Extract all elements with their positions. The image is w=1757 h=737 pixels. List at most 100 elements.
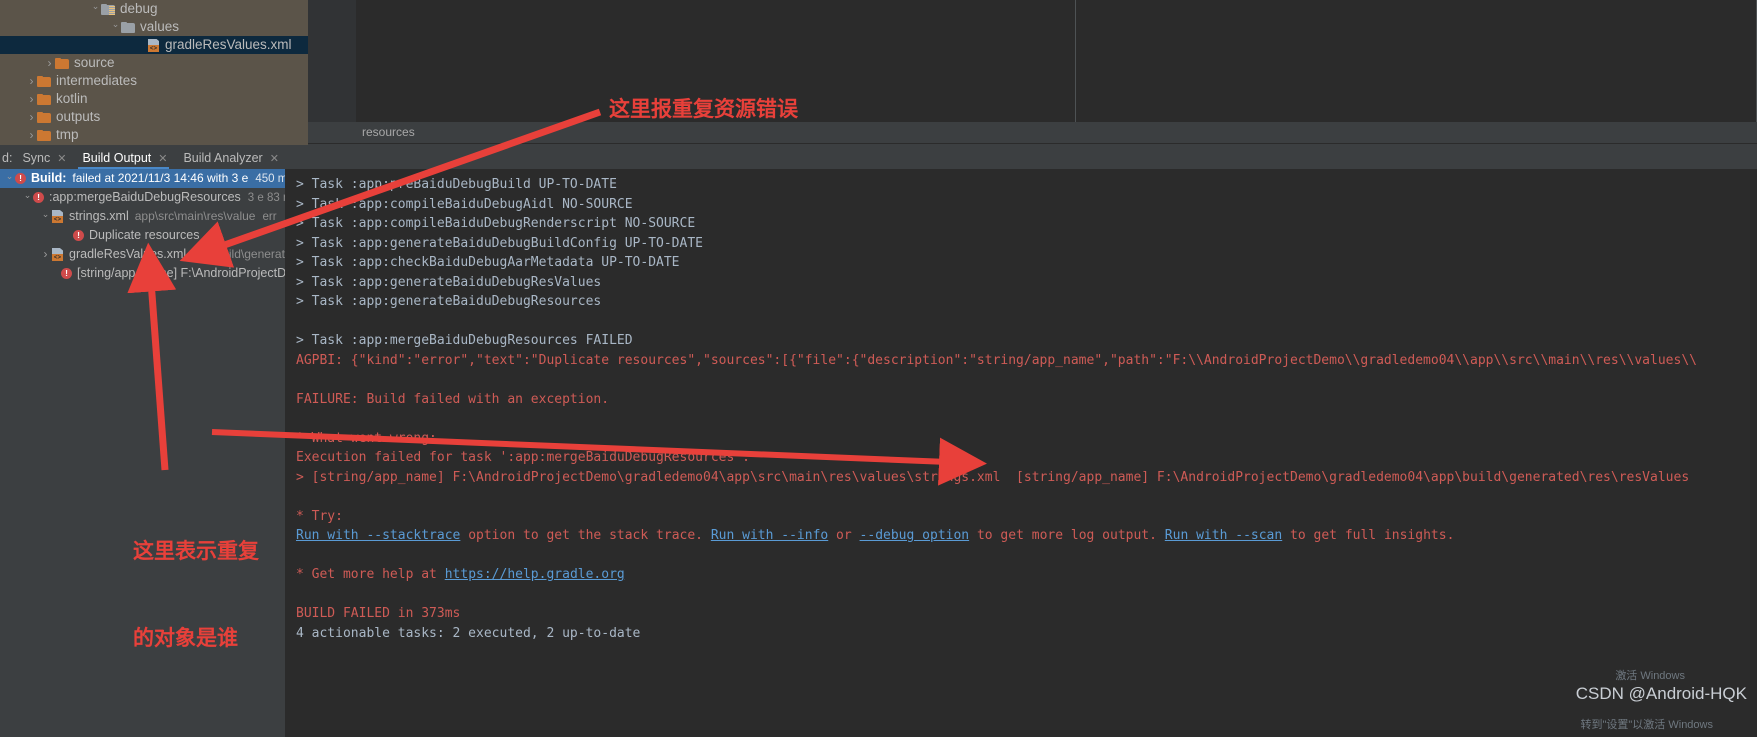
console-line: Execution failed for task ':app:mergeBai…	[296, 450, 750, 465]
console-line: * Try:	[296, 508, 343, 524]
project-tree-row[interactable]: outputs	[0, 108, 308, 126]
console-line: Run with --stacktrace option to get the …	[296, 526, 1757, 546]
link-run-with-scan[interactable]: Run with --scan	[1165, 528, 1282, 543]
build-tree-label: Duplicate resources	[89, 228, 200, 242]
project-tree-label: source	[74, 55, 115, 70]
chevron-down-icon[interactable]	[40, 208, 51, 226]
build-output-panel: Build: failed at 2021/11/3 14:46 with 3 e…	[0, 169, 1757, 737]
project-tree-label: kotlin	[56, 91, 88, 106]
console-line: 4 actionable tasks: 2 executed, 2 up-to-…	[296, 625, 641, 641]
build-tree-duration: err	[262, 210, 277, 223]
editor-tab-resources[interactable]: resources	[362, 125, 415, 139]
tool-tab-prefix: d:	[2, 151, 13, 165]
tab-label: Sync	[22, 151, 51, 165]
build-tree-sublabel: failed at 2021/11/3 14:46 with 3 e	[72, 171, 249, 185]
build-tree-sublabel: app\src\main\res\value	[134, 209, 256, 223]
build-tree-label: strings.xml	[69, 209, 129, 223]
annotation-left-line2: 的对象是谁	[133, 626, 238, 650]
close-icon[interactable]: ✕	[270, 152, 279, 165]
watermark-csdn: CSDN @Android-HQK	[1575, 684, 1747, 703]
project-tree-row[interactable]: gradleResValues.xml	[0, 36, 308, 54]
editor-stub	[308, 0, 1757, 122]
project-tree-label: values	[140, 19, 180, 34]
project-tree-row[interactable]: kotlin	[0, 90, 308, 108]
link-run-with-stacktrace[interactable]: Run with --stacktrace	[296, 528, 460, 543]
console-line: * Get more help at https://help.gradle.o…	[296, 565, 1757, 585]
project-tree-row[interactable]: values	[0, 18, 308, 36]
console-line: > Task :app:compileBaiduDebugRenderscrip…	[296, 216, 696, 231]
folder-icon	[55, 57, 69, 69]
folder-icon	[37, 93, 51, 105]
build-tree-row[interactable]: gradleResValues.xml app\build\generated	[0, 245, 298, 264]
chevron-down-icon[interactable]	[90, 0, 101, 18]
project-tree-label: gradleResValues.xml	[165, 37, 292, 52]
console-text: or	[828, 528, 860, 543]
project-tree-row[interactable]: debug	[0, 0, 308, 18]
build-tree-row[interactable]: strings.xml app\src\main\res\value err	[0, 207, 285, 226]
build-console[interactable]: > Task :app:preBaiduDebugBuild UP-TO-DAT…	[286, 169, 1757, 737]
build-tree-label: :app:mergeBaiduDebugResources	[49, 190, 241, 204]
link-debug-option[interactable]: --debug option	[860, 528, 970, 543]
chevron-down-icon[interactable]	[110, 18, 121, 36]
folder-icon	[37, 75, 51, 87]
chevron-right-icon[interactable]	[26, 108, 37, 127]
console-line: > Task :app:generateBaiduDebugResValues	[296, 274, 602, 290]
build-tree-label: gradleResValues.xml	[69, 247, 187, 261]
build-tree-row[interactable]: :app:mergeBaiduDebugResources3 e 83 ms	[0, 188, 298, 207]
build-tree-row[interactable]: [string/app_name] F:\AndroidProjectDemo	[0, 264, 310, 283]
annotation-left-line1: 这里表示重复	[133, 539, 259, 563]
tab-sync[interactable]: Sync ✕	[12, 147, 72, 169]
android-studio-window: resources debug values gradleResValues.xml…	[0, 0, 1757, 737]
console-line: FAILURE: Build failed with an exception.	[296, 391, 610, 407]
error-icon	[33, 192, 44, 203]
tab-build-output[interactable]: Build Output ✕	[72, 147, 173, 169]
link-gradle-help[interactable]: https://help.gradle.org	[445, 567, 625, 582]
console-line: > Task :app:generateBaiduDebugResources	[296, 294, 602, 309]
console-line: > Task :app:mergeBaiduDebugResources FAI…	[296, 333, 633, 348]
chevron-down-icon[interactable]	[22, 189, 33, 207]
annotation-top-note: 这里报重复资源错误	[609, 97, 798, 121]
project-file-tree[interactable]: debug values gradleResValues.xml source inte…	[0, 0, 308, 145]
project-tree-label: intermediates	[56, 73, 138, 88]
console-line: > [string/app_name] F:\AndroidProjectDem…	[296, 469, 1690, 485]
folder-icon	[121, 21, 135, 33]
tab-build-analyzer[interactable]: Build Analyzer ✕	[173, 147, 284, 169]
chevron-right-icon[interactable]	[44, 54, 55, 73]
close-icon[interactable]: ✕	[57, 152, 66, 165]
project-tree-label: debug	[120, 1, 158, 16]
project-tree-label: tmp	[56, 127, 79, 142]
console-line: * What went wrong:	[296, 430, 437, 446]
build-tree-label: Build:	[31, 171, 67, 185]
project-tree-row[interactable]: intermediates	[0, 72, 308, 90]
project-tree-label: outputs	[56, 109, 101, 124]
watermark-activate-windows: 激活 Windows	[1615, 670, 1685, 682]
top-area: resources debug values gradleResValues.xml…	[0, 0, 1757, 165]
build-console-text: > Task :app:preBaiduDebugBuild UP-TO-DAT…	[286, 169, 1757, 643]
annotation-left-note: 这里表示重复 的对象是谁	[133, 479, 259, 711]
project-tree-row[interactable]: tmp	[0, 126, 308, 144]
chevron-right-icon[interactable]	[26, 72, 37, 91]
chevron-right-icon[interactable]	[26, 90, 37, 109]
link-run-with-info[interactable]: Run with --info	[711, 528, 828, 543]
chevron-right-icon[interactable]	[26, 126, 37, 145]
console-line: > Task :app:generateBaiduDebugBuildConfi…	[296, 235, 703, 251]
build-tree-row[interactable]: Build: failed at 2021/11/3 14:46 with 3 e…	[0, 169, 293, 188]
close-icon[interactable]: ✕	[158, 152, 167, 165]
error-icon	[61, 268, 72, 279]
tab-label: Build Analyzer	[183, 151, 263, 165]
chevron-down-icon[interactable]	[4, 170, 15, 188]
error-icon	[15, 173, 26, 184]
build-tree-row[interactable]: Duplicate resources	[0, 226, 285, 245]
chevron-right-icon[interactable]	[40, 245, 51, 264]
console-text: option to get the stack trace.	[460, 528, 711, 543]
error-icon	[73, 230, 84, 241]
project-tree-row[interactable]: source	[0, 54, 308, 72]
tab-label: Build Output	[82, 151, 152, 165]
console-text: * Get more help at	[296, 567, 445, 582]
console-line: > Task :app:checkBaiduDebugAarMetadata U…	[296, 255, 680, 270]
